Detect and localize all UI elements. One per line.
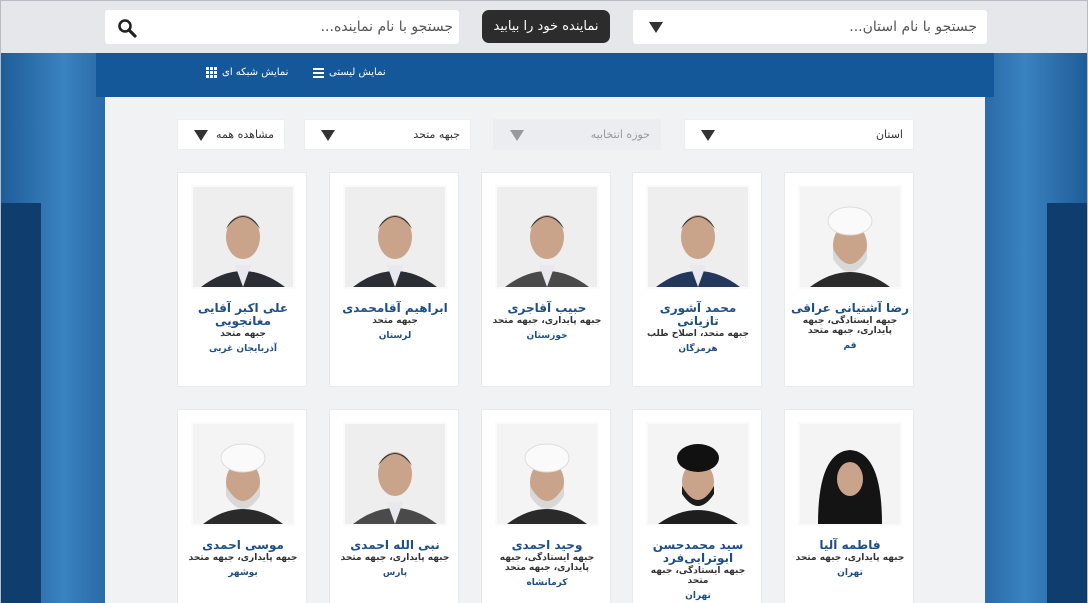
representative-party: جبهه ایستادگی، جبهه متحد <box>650 566 746 586</box>
search-icon[interactable] <box>117 18 137 38</box>
list-view-label: نمایش لیستی <box>329 67 386 78</box>
representative-info: حبیب آقاجری جبهه پایداری، جبهه متحد خوزستا… <box>488 302 606 343</box>
representative-province[interactable]: خوزستان <box>488 330 606 343</box>
representative-photo[interactable] <box>646 422 750 526</box>
list-view-button[interactable]: نمایش لیستی <box>313 67 386 78</box>
representative-name[interactable]: علی اکبر آقایی مغانجویی <box>184 302 302 328</box>
representative-province[interactable]: آذربایجان غربی <box>184 343 302 356</box>
representative-photo[interactable] <box>798 422 902 526</box>
representative-name[interactable]: حبیب آقاجری <box>488 302 606 315</box>
show-all-label: مشاهده همه <box>216 128 274 141</box>
representative-party: جبهه متحد <box>220 329 266 339</box>
representative-province[interactable]: هرمزگان <box>639 343 757 356</box>
representative-party: جبهه پایداری، جبهه متحد <box>188 553 298 563</box>
faction-filter-label: جبهه متحد <box>413 128 460 141</box>
representative-province[interactable]: لرستان <box>336 330 454 343</box>
province-filter[interactable]: استان <box>684 119 914 150</box>
representative-photo[interactable] <box>191 185 295 289</box>
representative-photo[interactable] <box>343 185 447 289</box>
main-panel: استان حوزه انتخابیه جبهه متحد مشاهده همه… <box>105 97 985 603</box>
representative-card[interactable]: فاطمه آلیا جبهه پایداری، جبهه متحد تهران <box>784 409 914 603</box>
representative-photo[interactable] <box>495 422 599 526</box>
representative-card[interactable]: محمد آشوری تازیانی جبهه متحد، اصلاح طلب هر… <box>632 172 762 387</box>
chevron-down-icon <box>321 130 335 141</box>
representative-province[interactable]: تهران <box>639 590 757 603</box>
province-filter-label: استان <box>875 128 903 141</box>
representative-name[interactable]: سید محمدحسن ابوترابی‌فرد <box>639 539 757 565</box>
representative-party: جبهه ایستادگی، جبهه پایداری، جبهه متحد <box>802 316 898 336</box>
representative-info: علی اکبر آقایی مغانجویی جبهه متحد آذربایجا… <box>184 302 302 356</box>
name-search-box <box>105 10 459 44</box>
representative-photo[interactable] <box>191 422 295 526</box>
representative-card[interactable]: سید محمدحسن ابوترابی‌فرد جبهه ایستادگی، ج… <box>632 409 762 603</box>
representative-province[interactable]: تهران <box>791 567 909 580</box>
representative-province[interactable]: پارس <box>336 567 454 580</box>
chevron-down-icon <box>701 130 715 141</box>
representative-name-input[interactable] <box>149 10 453 44</box>
list-icon <box>313 67 324 78</box>
representative-card[interactable]: وحید احمدی جبهه ایستادگی، جبهه پایداری، ج… <box>481 409 611 603</box>
representative-info: ابراهیم آقامحمدی جبهه متحد لرستان <box>336 302 454 343</box>
representative-photo[interactable] <box>798 185 902 289</box>
representative-party: جبهه پایداری، جبهه متحد <box>795 553 905 563</box>
representative-photo[interactable] <box>646 185 750 289</box>
representative-card[interactable]: رضا آشتیانی عراقی جبهه ایستادگی، جبهه پای… <box>784 172 914 387</box>
representative-card[interactable]: حبیب آقاجری جبهه پایداری، جبهه متحد خوزستا… <box>481 172 611 387</box>
representative-name[interactable]: وحید احمدی <box>488 539 606 552</box>
representative-card[interactable]: علی اکبر آقایی مغانجویی جبهه متحد آذربایجا… <box>177 172 307 387</box>
representative-card[interactable]: ابراهیم آقامحمدی جبهه متحد لرستان <box>329 172 459 387</box>
find-representative-button[interactable]: نماینده خود را بیابید <box>482 10 610 43</box>
representative-province[interactable]: قم <box>791 340 909 353</box>
representative-party: جبهه متحد <box>372 316 418 326</box>
representative-info: محمد آشوری تازیانی جبهه متحد، اصلاح طلب هر… <box>639 302 757 356</box>
district-filter-label: حوزه انتخابیه <box>590 128 650 141</box>
chevron-down-icon <box>510 130 524 141</box>
representative-name[interactable]: موسی احمدی <box>184 539 302 552</box>
representative-province[interactable]: بوشهر <box>184 567 302 580</box>
representative-info: رضا آشتیانی عراقی جبهه ایستادگی، جبهه پای… <box>791 302 909 353</box>
representative-party: جبهه ایستادگی، جبهه پایداری، جبهه متحد <box>499 553 595 573</box>
district-filter[interactable]: حوزه انتخابیه <box>493 119 661 150</box>
grid-icon <box>206 67 217 78</box>
grid-view-button[interactable]: نمایش شبکه ای <box>206 67 288 78</box>
province-search-box[interactable] <box>633 10 987 44</box>
representative-card[interactable]: نبی الله احمدی جبهه پایداری، جبهه متحد پار… <box>329 409 459 603</box>
province-search-input[interactable] <box>687 10 977 44</box>
show-all-filter[interactable]: مشاهده همه <box>177 119 285 150</box>
view-toolbar: نمایش لیستی نمایش شبکه ای <box>96 53 994 97</box>
representative-party: جبهه پایداری، جبهه متحد <box>492 316 602 326</box>
representative-name[interactable]: رضا آشتیانی عراقی <box>791 302 909 315</box>
representative-name[interactable]: فاطمه آلیا <box>791 539 909 552</box>
representative-name[interactable]: محمد آشوری تازیانی <box>639 302 757 328</box>
representative-info: موسی احمدی جبهه پایداری، جبهه متحد بوشهر <box>184 539 302 580</box>
grid-view-label: نمایش شبکه ای <box>222 67 289 78</box>
representative-name[interactable]: ابراهیم آقامحمدی <box>336 302 454 315</box>
representative-name[interactable]: نبی الله احمدی <box>336 539 454 552</box>
representative-info: سید محمدحسن ابوترابی‌فرد جبهه ایستادگی، ج… <box>639 539 757 603</box>
representative-party: جبهه متحد، اصلاح طلب <box>646 329 750 339</box>
background-left <box>1 53 105 603</box>
chevron-down-icon[interactable] <box>649 22 663 33</box>
representative-info: فاطمه آلیا جبهه پایداری، جبهه متحد تهران <box>791 539 909 580</box>
representative-info: نبی الله احمدی جبهه پایداری، جبهه متحد پار… <box>336 539 454 580</box>
representative-card[interactable]: موسی احمدی جبهه پایداری، جبهه متحد بوشهر <box>177 409 307 603</box>
representative-info: وحید احمدی جبهه ایستادگی، جبهه پایداری، ج… <box>488 539 606 590</box>
top-search-bar: نماینده خود را بیابید <box>1 1 1087 53</box>
representative-photo[interactable] <box>343 422 447 526</box>
representative-province[interactable]: کرمانشاه <box>488 577 606 590</box>
faction-filter[interactable]: جبهه متحد <box>304 119 471 150</box>
background-right <box>983 53 1087 603</box>
chevron-down-icon <box>194 130 208 141</box>
representative-party: جبهه پایداری، جبهه متحد <box>340 553 450 563</box>
representative-photo[interactable] <box>495 185 599 289</box>
